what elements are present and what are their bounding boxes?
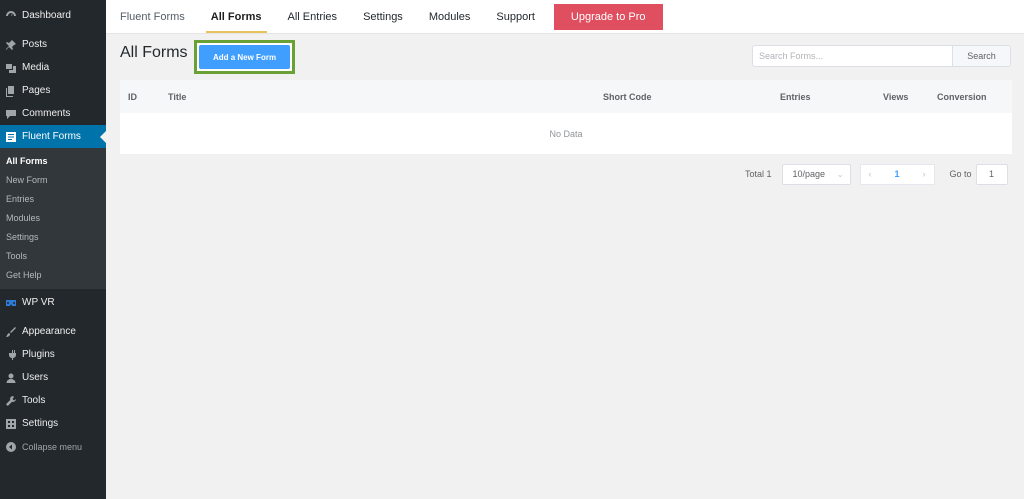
sidebar-item-tools[interactable]: Tools [0, 389, 106, 412]
sidebar-item-label: Settings [22, 418, 59, 429]
sidebar-item-label: WP VR [22, 297, 55, 308]
sidebar-item-media[interactable]: Media [0, 56, 106, 79]
table-empty-state: No Data [549, 128, 583, 139]
page-size-select[interactable]: 10/page ⌄ [781, 163, 851, 185]
column-id[interactable]: ID [128, 92, 137, 102]
forms-table: ID Title Short Code Entries Views Conver… [120, 80, 1012, 154]
submenu-get-help[interactable]: Get Help [0, 265, 106, 284]
admin-sidebar: Dashboard Posts Media Pages Comments Flu… [0, 0, 106, 499]
fluent-forms-icon [4, 130, 17, 143]
comment-icon [4, 107, 17, 120]
top-navigation: Fluent Forms All Forms All Entries Setti… [106, 0, 1024, 34]
submenu-all-forms[interactable]: All Forms [0, 151, 106, 170]
page-number[interactable]: 1 [895, 169, 900, 179]
collapse-menu-button[interactable]: Collapse menu [0, 435, 106, 458]
sidebar-item-label: Fluent Forms [22, 131, 81, 142]
submenu-entries[interactable]: Entries [0, 189, 106, 208]
submenu-modules[interactable]: Modules [0, 208, 106, 227]
media-icon [4, 61, 17, 74]
submenu-tools[interactable]: Tools [0, 246, 106, 265]
sidebar-item-fluent-forms[interactable]: Fluent Forms [0, 125, 106, 148]
goto-page-input[interactable] [975, 163, 1008, 185]
sidebar-item-appearance[interactable]: Appearance [0, 320, 106, 343]
tab-support[interactable]: Support [483, 0, 548, 33]
add-new-form-button[interactable]: Add a New Form [199, 45, 290, 69]
search-box: Search [752, 45, 1011, 67]
prev-page-icon[interactable]: ‹ [869, 169, 872, 179]
page-size-value: 10/page [792, 169, 826, 179]
add-form-highlight: Add a New Form [194, 40, 295, 74]
sidebar-item-label: Pages [22, 85, 51, 96]
pagination-total: Total 1 [745, 169, 772, 179]
sidebar-item-label: Media [22, 62, 50, 73]
collapse-icon [4, 440, 17, 453]
collapse-menu-label: Collapse menu [22, 441, 83, 452]
sidebar-item-wp-vr[interactable]: WP VR [0, 291, 106, 314]
upgrade-to-pro-button[interactable]: Upgrade to Pro [553, 3, 663, 30]
search-input[interactable] [753, 46, 952, 66]
plugin-icon [4, 348, 17, 361]
sidebar-item-label: Comments [22, 108, 71, 119]
nav-brand[interactable]: Fluent Forms [120, 0, 198, 33]
brush-icon [4, 325, 17, 338]
sidebar-item-label: Plugins [22, 349, 55, 360]
tab-settings[interactable]: Settings [350, 0, 416, 33]
submenu-settings[interactable]: Settings [0, 227, 106, 246]
pages-icon [4, 84, 17, 97]
column-entries: Entries [780, 92, 811, 102]
chevron-down-icon: ⌄ [836, 169, 844, 179]
sidebar-item-label: Posts [22, 39, 48, 50]
search-button[interactable]: Search [952, 46, 1010, 66]
pin-icon [4, 38, 17, 51]
submenu-new-form[interactable]: New Form [0, 170, 106, 189]
pagination: Total 1 10/page ⌄ ‹ 1 › Go to [745, 163, 1008, 185]
tab-all-entries[interactable]: All Entries [275, 0, 351, 33]
sidebar-item-settings[interactable]: Settings [0, 412, 106, 435]
column-title[interactable]: Title [168, 92, 186, 102]
sidebar-item-label: Users [22, 372, 49, 383]
sidebar-item-label: Dashboard [22, 10, 71, 21]
sidebar-item-dashboard[interactable]: Dashboard [0, 4, 106, 27]
dashboard-icon [4, 9, 17, 22]
sidebar-item-label: Tools [22, 395, 46, 406]
sidebar-item-comments[interactable]: Comments [0, 102, 106, 125]
table-header: ID Title Short Code Entries Views Conver… [120, 80, 1012, 113]
tab-modules[interactable]: Modules [416, 0, 484, 33]
column-views: Views [883, 92, 909, 102]
sidebar-item-pages[interactable]: Pages [0, 79, 106, 102]
tab-all-forms[interactable]: All Forms [198, 0, 275, 33]
sidebar-item-users[interactable]: Users [0, 366, 106, 389]
vr-icon [4, 296, 17, 309]
column-short-code: Short Code [603, 92, 652, 102]
page-title: All Forms [120, 44, 188, 61]
sidebar-item-plugins[interactable]: Plugins [0, 343, 106, 366]
fluent-forms-submenu: All Forms New Form Entries Modules Setti… [0, 148, 106, 289]
wrench-icon [4, 394, 17, 407]
sidebar-item-label: Appearance [22, 326, 76, 337]
column-conversion: Conversion [937, 92, 987, 102]
pager-nav: ‹ 1 › [859, 163, 935, 185]
user-icon [4, 371, 17, 384]
sidebar-item-posts[interactable]: Posts [0, 33, 106, 56]
goto-label: Go to [949, 169, 972, 179]
settings-icon [4, 417, 17, 430]
next-page-icon[interactable]: › [923, 169, 926, 179]
